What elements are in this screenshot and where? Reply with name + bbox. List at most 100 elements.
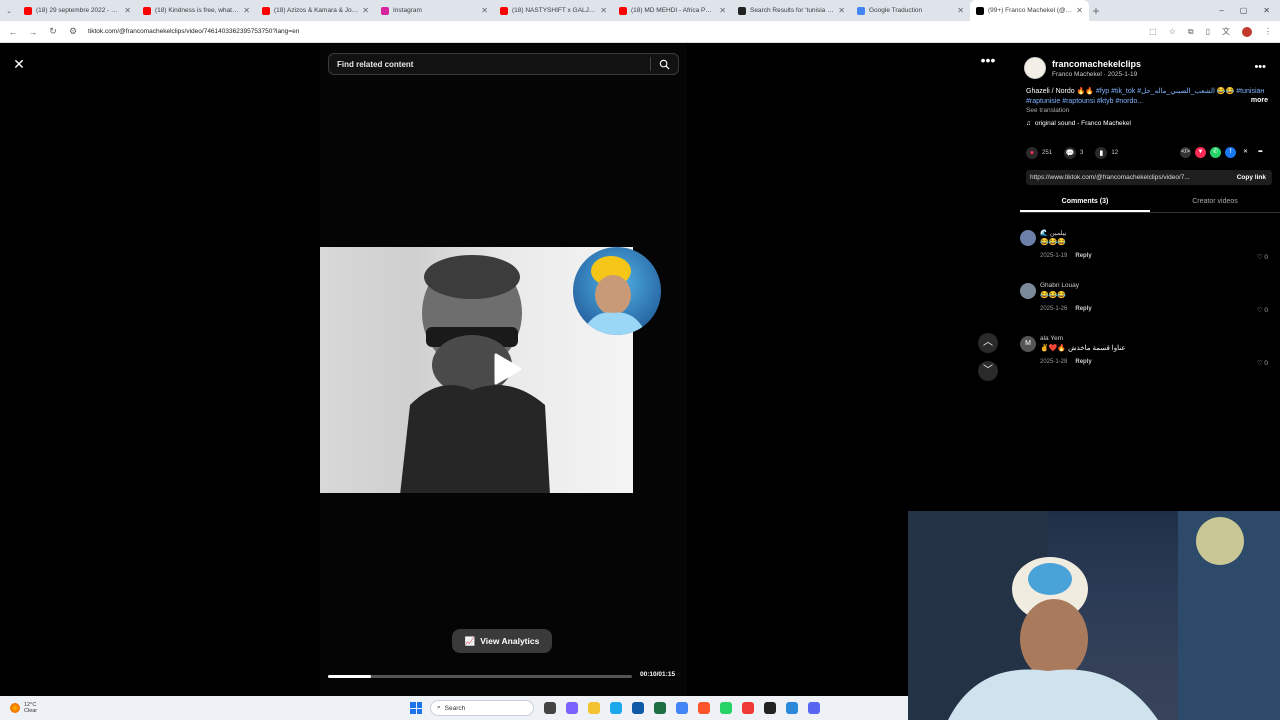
browser-tab[interactable]: (18) Kindness is free, what is ex ✕ — [137, 0, 256, 21]
facebook-icon[interactable]: f — [1225, 147, 1236, 158]
heart-outline-icon: ♡ — [1256, 254, 1263, 261]
obs-icon[interactable] — [764, 702, 776, 714]
profile-avatar[interactable] — [1242, 26, 1252, 37]
browser-tab[interactable]: Search Results for 'tunisia mus ✕ — [732, 0, 851, 21]
excel-icon[interactable] — [654, 702, 666, 714]
taskbar-search[interactable]: ⌕ Search — [430, 700, 534, 716]
author-username[interactable]: francomachekelclips — [1052, 59, 1141, 69]
commenter-avatar[interactable] — [1020, 230, 1036, 246]
minimize-icon[interactable]: – — [1219, 6, 1223, 15]
panel-more-icon[interactable]: ••• — [1254, 61, 1266, 73]
close-icon[interactable]: ✕ — [10, 55, 28, 73]
sound-link[interactable]: ♫ original sound - Franco Machekel — [1026, 120, 1131, 127]
back-icon[interactable]: ← — [8, 27, 18, 37]
send-icon[interactable]: ▼ — [1195, 147, 1206, 158]
author-avatar[interactable] — [1024, 57, 1046, 79]
next-video-chevron-down-icon[interactable]: ﹀ — [978, 361, 998, 381]
menu-icon[interactable]: ⋮ — [1264, 27, 1272, 36]
save-button[interactable]: ▮ 12 — [1095, 147, 1118, 159]
reply-button[interactable]: Reply — [1075, 306, 1091, 312]
tab-close-icon[interactable]: ✕ — [600, 6, 607, 15]
url-field[interactable]: tiktok.com/@francomachekelclips/video/74… — [88, 28, 1139, 35]
commenter-avatar[interactable] — [1020, 283, 1036, 299]
copilot-icon[interactable] — [566, 702, 578, 714]
comment-like[interactable]: ♡ 0 — [1257, 359, 1268, 367]
tab-comments[interactable]: Comments (3) — [1020, 193, 1150, 212]
file-explorer-icon[interactable] — [588, 702, 600, 714]
bookmark-star-icon[interactable]: ☆ — [1169, 27, 1176, 36]
weather-widget[interactable]: 12°C Clear — [0, 702, 410, 714]
whatsapp-icon[interactable]: ✆ — [1210, 147, 1221, 158]
search-input[interactable]: Find related content — [337, 60, 650, 69]
maximize-icon[interactable]: ▢ — [1240, 6, 1248, 15]
like-button[interactable]: ♥ 251 — [1026, 147, 1052, 159]
related-search[interactable]: Find related content — [328, 53, 679, 75]
tab-creator-videos[interactable]: Creator videos — [1150, 193, 1280, 212]
tab-close-icon[interactable]: ✕ — [124, 6, 131, 15]
commenter-name[interactable]: 🌊 بيلمين — [1040, 229, 1067, 237]
edge-icon[interactable] — [610, 702, 622, 714]
previous-video-chevron-up-icon[interactable]: ︿ — [978, 333, 998, 353]
tab-list-icon[interactable]: ⌄ — [0, 7, 18, 15]
extensions-icon[interactable]: ⧉ — [1188, 27, 1194, 37]
tab-close-icon[interactable]: ✕ — [243, 6, 250, 15]
forward-icon[interactable]: → — [28, 27, 38, 37]
share-arrow-icon[interactable]: ➦ — [1255, 147, 1266, 158]
install-icon[interactable]: ⬚ — [1149, 27, 1157, 36]
reply-button[interactable]: Reply — [1075, 359, 1091, 365]
new-tab-button[interactable]: + — [1089, 4, 1103, 18]
see-translation-link[interactable]: See translation — [1026, 107, 1069, 114]
author-row[interactable]: francomachekelclips Franco Machekel · 20… — [1024, 57, 1141, 79]
copy-link-button[interactable]: Copy link — [1231, 174, 1272, 181]
store-icon[interactable] — [632, 702, 644, 714]
search-icon[interactable] — [659, 59, 670, 70]
reload-icon[interactable]: ↻ — [48, 26, 58, 37]
taskbar-search-label: Search — [444, 704, 466, 712]
sidebar-icon[interactable]: ▯ — [1206, 27, 1210, 36]
tab-close-icon[interactable]: ✕ — [719, 6, 726, 15]
browser-tab[interactable]: (18) 29 septembre 2022 - YouTube ✕ — [18, 0, 137, 21]
close-window-icon[interactable]: ✕ — [1263, 6, 1270, 15]
translate-icon[interactable]: 文 — [1222, 26, 1230, 37]
browser-tab[interactable]: (18) Azizos & Kamara & Jougin ✕ — [256, 0, 375, 21]
brave-icon[interactable] — [698, 702, 710, 714]
discord-icon[interactable] — [808, 702, 820, 714]
video-caption: Ghazeli / Nordo 🔥🔥 #fyp #tik_tok #الشعب_… — [1026, 87, 1266, 107]
more-options-icon[interactable]: ••• — [978, 53, 998, 71]
tab-close-icon[interactable]: ✕ — [362, 6, 369, 15]
commenter-name[interactable]: ala Yem — [1040, 335, 1063, 342]
whatsapp-app-icon[interactable] — [720, 702, 732, 714]
play-icon[interactable] — [492, 353, 522, 385]
x-icon[interactable]: ✕ — [1240, 147, 1251, 158]
windows-start-icon[interactable] — [410, 702, 422, 714]
paint-icon[interactable] — [786, 702, 798, 714]
tab-close-icon[interactable]: ✕ — [957, 6, 964, 15]
share-row: </> ▼ ✆ f ✕ ➦ — [1180, 147, 1266, 158]
caption-more-link[interactable]: more — [1251, 97, 1268, 104]
browser-tab[interactable]: (99+) Franco Machekel (@fran ✕ — [970, 0, 1089, 21]
video-progress-bar[interactable] — [328, 675, 632, 678]
commenter-name[interactable]: Ghabri Louay — [1040, 282, 1079, 289]
heart-outline-icon: ♡ — [1256, 307, 1263, 314]
reply-button[interactable]: Reply — [1075, 253, 1091, 259]
comment-like[interactable]: ♡ 0 — [1257, 253, 1268, 261]
tab-close-icon[interactable]: ✕ — [1076, 6, 1083, 15]
browser-tab[interactable]: Instagram ✕ — [375, 0, 494, 21]
video-link[interactable]: https://www.tiktok.com/@francomachekelcl… — [1030, 174, 1231, 181]
tab-close-icon[interactable]: ✕ — [481, 6, 488, 15]
vivaldi-icon[interactable] — [742, 702, 754, 714]
site-info-icon[interactable]: ⚙ — [68, 26, 78, 37]
chrome-icon[interactable] — [676, 702, 688, 714]
task-view-icon[interactable] — [544, 702, 556, 714]
comment-date: 2025-1-19 — [1040, 253, 1068, 259]
tab-close-icon[interactable]: ✕ — [838, 6, 845, 15]
comment-like[interactable]: ♡ 0 — [1257, 306, 1268, 314]
embed-icon[interactable]: </> — [1180, 147, 1191, 158]
comment-button[interactable]: 💬 3 — [1064, 147, 1083, 159]
comment-meta: 2025-1-28 Reply — [1040, 359, 1092, 365]
browser-tab[interactable]: Google Traduction ✕ — [851, 0, 970, 21]
browser-tab[interactable]: (18) NASTYSHIFT x GALJY - Ne ✕ — [494, 0, 613, 21]
commenter-avatar[interactable]: M — [1020, 336, 1036, 352]
browser-tab[interactable]: (18) MD MEHDI - Africa Portal ✕ — [613, 0, 732, 21]
view-analytics-button[interactable]: 📈 View Analytics — [452, 629, 552, 653]
